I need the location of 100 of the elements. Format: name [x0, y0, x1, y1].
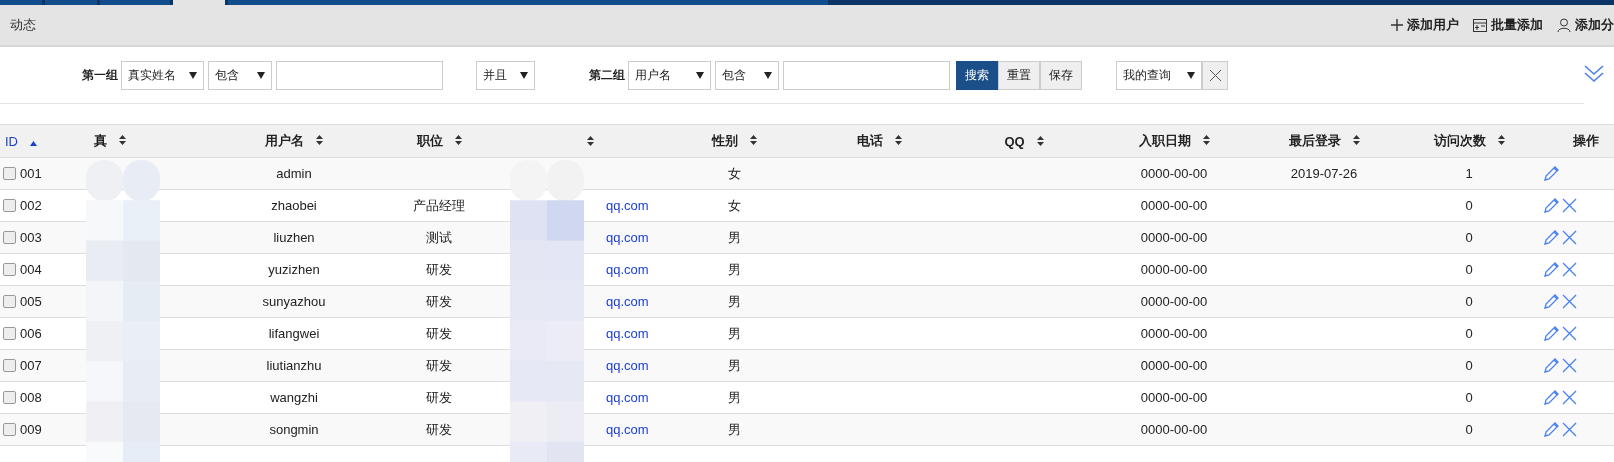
- column-header[interactable]: 职位: [416, 133, 443, 148]
- hire-date-cell: 0000-00-00: [1140, 294, 1208, 309]
- id-cell: 005: [20, 294, 42, 309]
- double-chevron-icon[interactable]: [1584, 65, 1604, 83]
- sort-icon[interactable]: [894, 135, 902, 145]
- pencil-icon[interactable]: [1543, 389, 1560, 406]
- row-checkbox[interactable]: [3, 295, 16, 308]
- pencil-icon[interactable]: [1543, 229, 1560, 246]
- email-link[interactable]: qq.com: [606, 422, 649, 437]
- close-icon[interactable]: [1562, 358, 1577, 373]
- gender-cell: 男: [727, 229, 741, 245]
- email-link[interactable]: qq.com: [606, 294, 649, 309]
- username-cell: yuzizhen: [268, 262, 320, 277]
- pencil-icon[interactable]: [1543, 261, 1560, 278]
- visits-cell: 0: [1465, 262, 1473, 277]
- column-header[interactable]: 真: [94, 133, 107, 148]
- row-checkbox[interactable]: [3, 263, 16, 276]
- joiner-select[interactable]: 并且: [476, 60, 535, 90]
- field-select[interactable]: 真实姓名: [121, 60, 204, 90]
- value-input[interactable]: [783, 60, 950, 90]
- visits-cell: 0: [1465, 230, 1473, 245]
- column-header[interactable]: 电话: [856, 133, 883, 148]
- close-icon[interactable]: [1562, 326, 1577, 341]
- position-cell: 产品经理: [413, 197, 465, 213]
- email-link[interactable]: qq.com: [606, 262, 649, 277]
- row-checkbox[interactable]: [3, 423, 16, 436]
- hire-date-cell: 0000-00-00: [1140, 166, 1208, 181]
- value-input[interactable]: [276, 60, 443, 90]
- visits-cell: 0: [1465, 294, 1473, 309]
- hire-date-cell: 0000-00-00: [1140, 230, 1208, 245]
- row-checkbox[interactable]: [3, 167, 16, 180]
- column-header[interactable]: 最后登录: [1288, 133, 1341, 148]
- toolbar-action[interactable]: 添加用户: [1391, 16, 1459, 34]
- sort-icon[interactable]: [119, 135, 126, 145]
- id-cell: 002: [20, 198, 42, 213]
- visits-cell: 1: [1465, 166, 1473, 181]
- sort-icon[interactable]: [1202, 135, 1210, 145]
- pencil-icon[interactable]: [1543, 293, 1560, 310]
- gender-cell: 男: [727, 293, 741, 309]
- close-icon[interactable]: [1562, 422, 1577, 437]
- row-checkbox[interactable]: [3, 231, 16, 244]
- column-header[interactable]: 入职日期: [1138, 133, 1191, 148]
- username-cell: liuzhen: [273, 230, 315, 245]
- filter-button[interactable]: 保存: [1040, 60, 1082, 90]
- row-checkbox[interactable]: [3, 359, 16, 372]
- sort-icon[interactable]: [586, 135, 594, 146]
- filter-button[interactable]: 重置: [998, 60, 1040, 90]
- column-header[interactable]: QQ: [1004, 133, 1025, 149]
- sort-icon[interactable]: [1036, 135, 1044, 146]
- email-link[interactable]: qq.com: [606, 230, 649, 245]
- row-checkbox[interactable]: [3, 199, 16, 212]
- id-cell: 004: [20, 262, 42, 277]
- sort-icon[interactable]: [1497, 135, 1505, 145]
- pencil-icon[interactable]: [1543, 421, 1560, 438]
- row-checkbox[interactable]: [3, 391, 16, 404]
- visits-cell: 0: [1465, 390, 1473, 405]
- toolbar-action[interactable]: 批量添加: [1473, 16, 1543, 34]
- toolbar-action[interactable]: 添加分: [1557, 16, 1614, 34]
- pencil-icon[interactable]: [1543, 165, 1560, 182]
- email-link[interactable]: qq.com: [606, 390, 649, 405]
- sort-icon[interactable]: [1352, 135, 1360, 145]
- column-header[interactable]: ID: [5, 133, 18, 149]
- column-header[interactable]: 访问次数: [1433, 133, 1486, 148]
- close-icon[interactable]: [1562, 230, 1577, 245]
- pencil-icon[interactable]: [1543, 357, 1560, 374]
- gender-cell: 男: [727, 261, 741, 277]
- username-cell: admin: [276, 166, 312, 181]
- pencil-icon[interactable]: [1543, 197, 1560, 214]
- pencil-icon[interactable]: [1543, 325, 1560, 342]
- operator-select[interactable]: 包含: [208, 60, 272, 90]
- gender-cell: 男: [727, 325, 741, 341]
- operator-select[interactable]: 包含: [715, 60, 779, 90]
- hire-date-cell: 0000-00-00: [1140, 422, 1208, 437]
- sort-icon[interactable]: [454, 135, 462, 145]
- sort-asc-icon[interactable]: [30, 140, 37, 146]
- column-header[interactable]: 操作: [1573, 133, 1599, 148]
- close-icon[interactable]: [1562, 262, 1577, 277]
- gender-cell: 男: [727, 357, 741, 373]
- username-cell: lifangwei: [268, 326, 320, 341]
- username-cell: sunyazhou: [262, 294, 326, 309]
- filter-button[interactable]: 搜索: [956, 60, 998, 90]
- email-link[interactable]: qq.com: [606, 326, 649, 341]
- id-cell: 006: [20, 326, 42, 341]
- column-header[interactable]: 用户名: [265, 133, 304, 148]
- field-select[interactable]: 用户名: [628, 60, 711, 90]
- email-link[interactable]: qq.com: [606, 358, 649, 373]
- hire-date-cell: 0000-00-00: [1140, 390, 1208, 405]
- close-icon[interactable]: [1562, 390, 1577, 405]
- saved-query-select[interactable]: 我的查询: [1116, 60, 1202, 90]
- sort-icon[interactable]: [749, 135, 757, 145]
- close-icon[interactable]: [1562, 294, 1577, 309]
- column-header[interactable]: 性别: [711, 133, 738, 148]
- email-link[interactable]: qq.com: [606, 198, 649, 213]
- row-checkbox[interactable]: [3, 327, 16, 340]
- toolbar-title: 动态: [10, 16, 36, 34]
- close-icon[interactable]: [1562, 198, 1577, 213]
- close-icon: [1209, 69, 1221, 81]
- sort-icon[interactable]: [316, 135, 323, 145]
- clear-button[interactable]: [1202, 60, 1228, 90]
- caret-icon: [189, 71, 197, 79]
